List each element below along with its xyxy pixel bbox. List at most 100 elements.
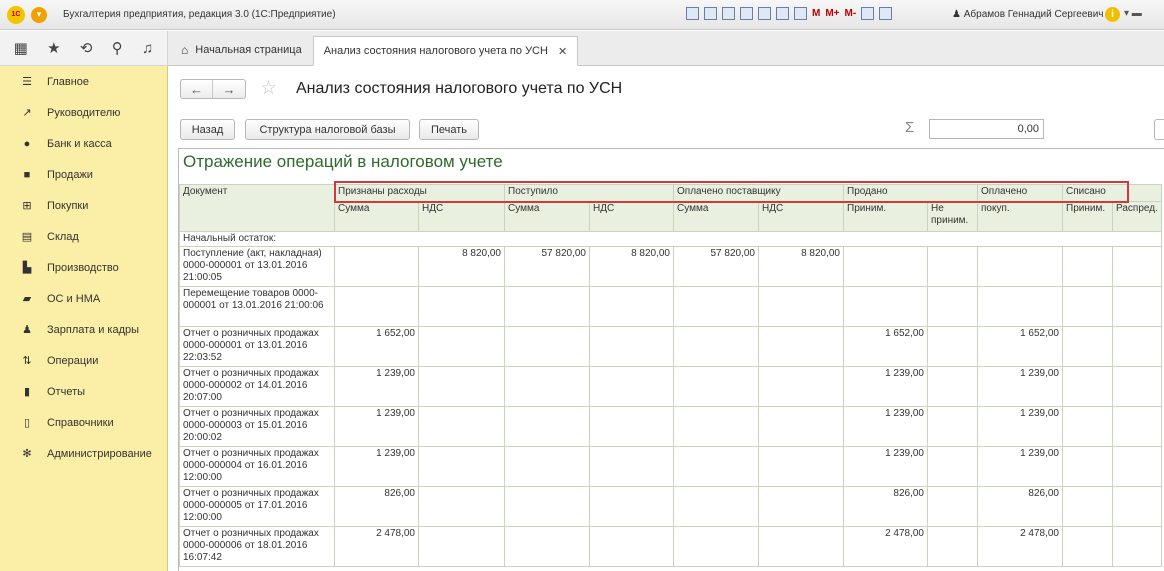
- cell-value: [418, 286, 505, 327]
- close-icon[interactable]: ✕: [558, 45, 567, 58]
- cell-value: [334, 246, 419, 287]
- search-icon[interactable]: ⚲: [112, 39, 123, 57]
- table-row[interactable]: Отчет о розничных продажах 0000-000006 о…: [179, 526, 1162, 567]
- cell-value: [418, 326, 505, 367]
- sidebar-item-references[interactable]: ▯ Справочники: [0, 407, 167, 438]
- save-icon[interactable]: [686, 7, 699, 20]
- cell-document: Отчет о розничных продажах 0000-000005 о…: [179, 486, 335, 527]
- cell-value: [977, 286, 1063, 327]
- sidebar-item-sales[interactable]: ■ Продажи: [0, 159, 167, 190]
- tab-home[interactable]: ⌂ Начальная страница: [170, 35, 313, 65]
- tab-bar: ⌂ Начальная страница Анализ состояния на…: [168, 31, 1164, 66]
- sidebar-item-reports[interactable]: ▮ Отчеты: [0, 376, 167, 407]
- back-button[interactable]: Назад: [180, 119, 235, 140]
- cell-value: [589, 326, 674, 367]
- title-bar: 1С ▾ Бухгалтерия предприятия, редакция 3…: [0, 0, 1164, 30]
- cell-value: [418, 486, 505, 527]
- cell-value: [758, 286, 844, 327]
- shopping-bag-icon: ■: [23, 168, 31, 181]
- cell-value: [504, 486, 590, 527]
- sidebar-item-assets[interactable]: ▰ ОС и НМА: [0, 283, 167, 314]
- sidebar-item-salary[interactable]: ♟ Зарплата и кадры: [0, 314, 167, 345]
- sidebar-item-main[interactable]: ☰ Главное: [0, 66, 167, 97]
- history-icon[interactable]: ⟲: [80, 39, 93, 57]
- cell-value: [843, 246, 928, 287]
- table-row[interactable]: Поступление (акт, накладная) 0000-000001…: [179, 246, 1162, 287]
- memory-plus-button[interactable]: M+: [825, 8, 839, 19]
- main-menu-button[interactable]: ▾: [31, 6, 47, 23]
- cell-value: 1 239,00: [977, 406, 1063, 447]
- page-title: Анализ состояния налогового учета по УСН: [296, 80, 623, 97]
- cell-value: [504, 366, 590, 407]
- bell-icon[interactable]: ♫: [142, 40, 153, 57]
- sidebar-item-admin[interactable]: ✻ Администрирование: [0, 438, 167, 469]
- warehouse-icon: ▤: [21, 231, 33, 243]
- sidebar-item-bank[interactable]: ● Банк и касса: [0, 128, 167, 159]
- print-button[interactable]: Печать: [419, 119, 479, 140]
- table-row[interactable]: Отчет о розничных продажах 0000-000004 о…: [179, 446, 1162, 487]
- favorites-star-icon[interactable]: ★: [47, 39, 60, 57]
- zoom-icon[interactable]: [861, 7, 875, 20]
- group-sold: Продано: [843, 184, 978, 202]
- email-icon[interactable]: [758, 7, 771, 20]
- preview-icon[interactable]: [722, 7, 735, 20]
- table-row[interactable]: Отчет о розничных продажах 0000-000002 о…: [179, 366, 1162, 407]
- cell-value: [673, 286, 759, 327]
- sidebar-item-operations[interactable]: ⇅ Операции: [0, 345, 167, 376]
- calculator-icon[interactable]: [776, 7, 789, 20]
- cell-value: 1 239,00: [977, 446, 1063, 487]
- cell-value: 8 820,00: [418, 246, 505, 287]
- tab-usn-analysis[interactable]: Анализ состояния налогового учета по УСН…: [312, 36, 579, 66]
- sidebar-item-warehouse[interactable]: ▤ Склад: [0, 221, 167, 252]
- cell-value: 1 652,00: [843, 326, 928, 367]
- forward-arrow-icon[interactable]: →: [213, 80, 245, 98]
- memory-button[interactable]: M: [812, 8, 820, 19]
- report-table: Документ Признаны расходы Поступило Опла…: [179, 184, 1162, 567]
- tax-base-structure-button[interactable]: Структура налоговой базы: [245, 119, 410, 140]
- sections-grid-icon[interactable]: ▦: [14, 39, 28, 57]
- bar-chart-icon: ▮: [23, 386, 31, 398]
- cell-value: [673, 526, 759, 567]
- table-row[interactable]: Отчет о розничных продажах 0000-000003 о…: [179, 406, 1162, 447]
- cell-value: 1 239,00: [334, 366, 419, 407]
- cell-value: [1062, 446, 1113, 487]
- user-name[interactable]: ♟ Абрамов Геннадий Сергеевич: [952, 9, 1104, 20]
- col-header: НДС: [758, 201, 844, 232]
- window-controls[interactable]: ▾ ▬: [1124, 8, 1142, 19]
- cell-value: [1062, 526, 1113, 567]
- calendar-icon[interactable]: [794, 7, 807, 20]
- cell-value: 57 820,00: [504, 246, 590, 287]
- memory-minus-button[interactable]: M-: [845, 8, 857, 19]
- group-paid: Оплачено: [977, 184, 1063, 202]
- cell-value: [927, 246, 978, 287]
- table-row[interactable]: Отчет о розничных продажах 0000-000005 о…: [179, 486, 1162, 527]
- main-content: ← → ☆ Анализ состояния налогового учета …: [168, 66, 1164, 571]
- back-arrow-icon[interactable]: ←: [181, 80, 214, 98]
- sidebar-item-manager[interactable]: ↗ Руководителю: [0, 97, 167, 128]
- col-header: Распред.: [1112, 201, 1162, 232]
- favorite-star-icon[interactable]: ☆: [260, 77, 277, 100]
- report-title: Отражение операций в налоговом учете: [183, 152, 503, 171]
- cell-value: [1112, 486, 1162, 527]
- chart-trend-icon: ↗: [22, 107, 32, 119]
- more-button[interactable]: [1154, 119, 1164, 140]
- opening-balance-row: Начальный остаток:: [179, 231, 1162, 247]
- table-row[interactable]: Отчет о розничных продажах 0000-000001 о…: [179, 326, 1162, 367]
- print-icon[interactable]: [704, 7, 717, 20]
- window-icon[interactable]: [879, 7, 893, 20]
- sidebar: ☰ Главное ↗ Руководителю ● Банк и касса ■ Пр…: [0, 66, 168, 571]
- cell-value: [1112, 246, 1162, 287]
- export-icon[interactable]: [740, 7, 753, 20]
- col-document: Документ: [179, 184, 335, 232]
- sidebar-item-production[interactable]: ▙ Производство: [0, 252, 167, 283]
- info-icon[interactable]: i: [1105, 7, 1120, 22]
- sidebar-item-purchases[interactable]: ⊞ Покупки: [0, 190, 167, 221]
- cell-value: [927, 446, 978, 487]
- cell-value: [673, 366, 759, 407]
- menu-icon: ☰: [22, 76, 32, 88]
- cell-value: [1112, 326, 1162, 367]
- table-row[interactable]: Перемещение товаров 0000-000001 от 13.01…: [179, 286, 1162, 327]
- cell-value: [418, 406, 505, 447]
- sigma-icon: Σ: [905, 119, 915, 136]
- col-header: покуп.: [977, 201, 1063, 232]
